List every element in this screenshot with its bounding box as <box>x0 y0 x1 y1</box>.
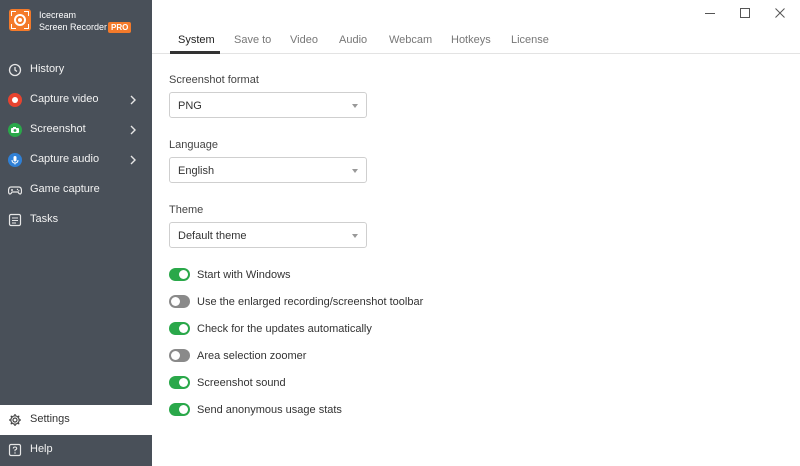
app-logo-icon <box>9 9 31 31</box>
toggle-row-area-zoomer: Area selection zoomer <box>169 348 469 364</box>
sidebar-item-label: History <box>30 63 65 75</box>
active-tab-indicator <box>170 51 220 54</box>
camera-icon <box>8 123 22 137</box>
toggle-label: Check for the updates automatically <box>197 323 372 335</box>
tab-video[interactable]: Video <box>290 34 318 46</box>
screenshot-format-select[interactable]: PNG <box>169 92 367 118</box>
sidebar-item-label: Game capture <box>30 183 100 195</box>
gear-icon <box>9 414 21 426</box>
chevron-right-icon <box>130 125 136 135</box>
toggle-row-check-updates: Check for the updates automatically <box>169 321 469 337</box>
sidebar-item-label: Capture audio <box>30 153 100 165</box>
record-icon <box>8 93 22 107</box>
settings-tabs: System Save to Video Audio Webcam Hotkey… <box>152 26 800 54</box>
toggle-row-enlarged-toolbar: Use the enlarged recording/screenshot to… <box>169 294 469 310</box>
theme-label: Theme <box>169 204 204 216</box>
sidebar-item-label: Settings <box>30 413 70 425</box>
toggle-label: Send anonymous usage stats <box>197 404 342 416</box>
toggle-label: Screenshot sound <box>197 377 286 389</box>
tasks-icon <box>8 213 22 227</box>
theme-value: Default theme <box>178 230 247 242</box>
minimize-icon[interactable] <box>703 6 717 20</box>
help-icon <box>8 443 22 457</box>
tab-save-to[interactable]: Save to <box>234 34 271 46</box>
sidebar-item-label: Screenshot <box>30 123 86 135</box>
screenshot-format-label: Screenshot format <box>169 74 259 86</box>
language-label: Language <box>169 139 218 151</box>
caret-down-icon <box>352 104 358 108</box>
sidebar-item-screenshot[interactable]: Screenshot <box>0 115 152 145</box>
toggle-row-usage-stats: Send anonymous usage stats <box>169 402 469 418</box>
app-name-line2: Screen Recorder <box>39 22 108 32</box>
enlarged-toolbar-toggle[interactable] <box>169 295 190 308</box>
language-value: English <box>178 165 215 177</box>
usage-stats-toggle[interactable] <box>169 403 190 416</box>
screenshot-format-value: PNG <box>178 100 202 112</box>
check-updates-toggle[interactable] <box>169 322 190 335</box>
chevron-right-icon <box>130 155 136 165</box>
sidebar-item-history[interactable]: History <box>0 55 152 85</box>
app-name-line1: Icecream <box>39 10 77 20</box>
pro-badge: PRO <box>108 22 132 33</box>
clock-icon <box>8 63 22 77</box>
sidebar-item-game-capture[interactable]: Game capture <box>0 175 152 205</box>
screenshot-sound-toggle[interactable] <box>169 376 190 389</box>
toggle-label: Use the enlarged recording/screenshot to… <box>197 296 424 308</box>
app-logo: Icecream Screen Recorder PRO <box>0 0 152 40</box>
caret-down-icon <box>352 169 358 173</box>
chevron-right-icon <box>130 95 136 105</box>
sidebar-item-capture-video[interactable]: Capture video <box>0 85 152 115</box>
theme-select[interactable]: Default theme <box>169 222 367 248</box>
start-with-windows-toggle[interactable] <box>169 268 190 281</box>
sidebar-item-label: Capture video <box>30 93 99 105</box>
sidebar-item-settings[interactable]: Settings <box>0 405 152 435</box>
toggle-row-start-with-windows: Start with Windows <box>169 267 469 283</box>
area-zoomer-toggle[interactable] <box>169 349 190 362</box>
toggle-row-screenshot-sound: Screenshot sound <box>169 375 469 391</box>
language-select[interactable]: English <box>169 157 367 183</box>
tab-license[interactable]: License <box>511 34 549 46</box>
toggle-label: Start with Windows <box>197 269 291 281</box>
caret-down-icon <box>352 234 358 238</box>
tab-hotkeys[interactable]: Hotkeys <box>451 34 491 46</box>
sidebar: Icecream Screen Recorder PRO History Cap… <box>0 0 152 466</box>
sidebar-item-label: Help <box>30 443 53 455</box>
sidebar-item-tasks[interactable]: Tasks <box>0 205 152 235</box>
close-icon[interactable] <box>773 6 787 20</box>
gamepad-icon <box>8 186 22 195</box>
tab-audio[interactable]: Audio <box>339 34 367 46</box>
toggle-label: Area selection zoomer <box>197 350 307 362</box>
maximize-icon[interactable] <box>738 6 752 20</box>
tab-system[interactable]: System <box>178 34 215 46</box>
tab-webcam[interactable]: Webcam <box>389 34 432 46</box>
sidebar-item-help[interactable]: Help <box>0 435 152 465</box>
microphone-icon <box>8 153 22 167</box>
sidebar-item-label: Tasks <box>30 213 59 225</box>
sidebar-item-capture-audio[interactable]: Capture audio <box>0 145 152 175</box>
